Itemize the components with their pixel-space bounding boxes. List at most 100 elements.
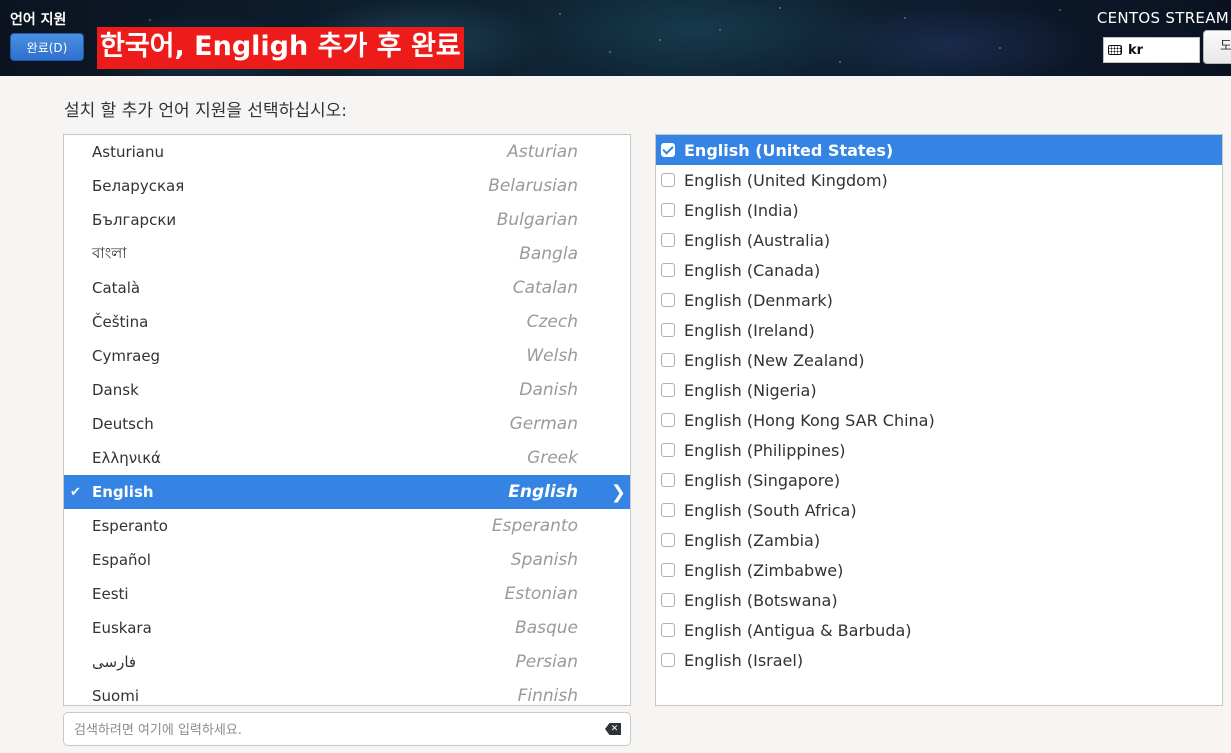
locale-row[interactable]: English (India)	[656, 195, 1222, 225]
language-english-name: Basque	[515, 618, 578, 638]
language-native-name: Suomi	[92, 687, 139, 705]
chevron-right-icon: ❯	[610, 481, 626, 503]
language-row[interactable]: Asturianu Asturian	[64, 135, 630, 169]
locale-row[interactable]: English (Israel)	[656, 645, 1222, 675]
locale-row[interactable]: English (United States)	[656, 135, 1222, 165]
locale-row[interactable]: English (South Africa)	[656, 495, 1222, 525]
language-prompt: 설치 할 추가 언어 지원을 선택하십시오:	[64, 101, 347, 121]
language-english-name: Asturian	[507, 142, 578, 162]
language-native-name: فارسی	[92, 653, 137, 671]
locale-checkbox[interactable]	[661, 503, 675, 517]
language-list[interactable]: Asturianu Asturian Беларуская Belarusian Бъл…	[63, 134, 631, 706]
language-row[interactable]: Cymraeg Welsh	[64, 339, 630, 373]
locale-checkbox[interactable]	[661, 323, 675, 337]
language-row[interactable]: Deutsch German	[64, 407, 630, 441]
clear-backspace-icon[interactable]: ✕	[605, 723, 621, 735]
locale-row[interactable]: English (Nigeria)	[656, 375, 1222, 405]
locale-row[interactable]: English (Zambia)	[656, 525, 1222, 555]
language-native-name: বাংলা	[92, 243, 127, 262]
language-row[interactable]: Беларуская Belarusian	[64, 169, 630, 203]
locale-checkbox[interactable]	[661, 173, 675, 187]
locale-label: English (Singapore)	[684, 470, 841, 490]
locale-row[interactable]: English (Singapore)	[656, 465, 1222, 495]
language-row[interactable]: Español Spanish	[64, 543, 630, 577]
instruction-banner: 한국어, Engligh 추가 후 완료	[97, 27, 464, 69]
language-english-name: German	[509, 414, 578, 434]
locale-row[interactable]: English (Hong Kong SAR China)	[656, 405, 1222, 435]
locale-label: English (Zambia)	[684, 530, 821, 550]
language-native-name: Български	[92, 211, 177, 229]
locale-label: English (South Africa)	[684, 500, 857, 520]
language-row[interactable]: Čeština Czech	[64, 305, 630, 339]
language-row[interactable]: ✔ English English ❯	[64, 475, 630, 509]
locale-label: English (Israel)	[684, 650, 804, 670]
language-english-name: Czech	[526, 312, 578, 332]
locale-checkbox[interactable]	[661, 293, 675, 307]
locale-row[interactable]: English (Canada)	[656, 255, 1222, 285]
language-row[interactable]: فارسی Persian	[64, 645, 630, 679]
language-row[interactable]: Български Bulgarian	[64, 203, 630, 237]
help-button[interactable]: 도움말	[1203, 30, 1231, 64]
language-native-name: Dansk	[92, 381, 139, 399]
locale-row[interactable]: English (Denmark)	[656, 285, 1222, 315]
locale-checkbox[interactable]	[661, 623, 675, 637]
locale-label: English (Philippines)	[684, 440, 846, 460]
language-native-name: Català	[92, 279, 141, 297]
search-input[interactable]	[72, 718, 596, 742]
locale-row[interactable]: English (Antigua & Barbuda)	[656, 615, 1222, 645]
locale-checkbox[interactable]	[661, 533, 675, 547]
locale-label: English (Zimbabwe)	[684, 560, 844, 580]
language-native-name: Euskara	[92, 619, 152, 637]
locale-checkbox[interactable]	[661, 383, 675, 397]
locale-checkbox[interactable]	[661, 203, 675, 217]
locale-checkbox[interactable]	[661, 233, 675, 247]
locale-checkbox[interactable]	[661, 653, 675, 667]
locale-label: English (New Zealand)	[684, 350, 865, 370]
locale-label: English (Canada)	[684, 260, 821, 280]
language-native-name: Asturianu	[92, 143, 165, 161]
locale-row[interactable]: English (Botswana)	[656, 585, 1222, 615]
language-row[interactable]: Eesti Estonian	[64, 577, 630, 611]
language-english-name: Spanish	[510, 550, 578, 570]
language-row[interactable]: Ελληνικά Greek	[64, 441, 630, 475]
checkmark-icon: ✔	[70, 484, 81, 500]
locale-checkbox[interactable]	[661, 593, 675, 607]
locale-checkbox[interactable]	[661, 143, 675, 157]
locale-list[interactable]: English (United States) English (United K…	[655, 134, 1223, 706]
language-row[interactable]: Esperanto Esperanto	[64, 509, 630, 543]
language-native-name: Esperanto	[92, 517, 168, 535]
language-row[interactable]: Dansk Danish	[64, 373, 630, 407]
language-english-name: Bulgarian	[496, 210, 578, 230]
locale-row[interactable]: English (Zimbabwe)	[656, 555, 1222, 585]
language-native-name: English	[92, 483, 154, 501]
language-row[interactable]: Euskara Basque	[64, 611, 630, 645]
language-row[interactable]: Català Catalan	[64, 271, 630, 305]
locale-label: English (India)	[684, 200, 799, 220]
language-english-name: Estonian	[504, 584, 578, 604]
language-english-name: Persian	[515, 652, 578, 672]
locale-row[interactable]: English (New Zealand)	[656, 345, 1222, 375]
locale-checkbox[interactable]	[661, 413, 675, 427]
page-title: 언어 지원	[10, 12, 67, 28]
locale-checkbox[interactable]	[661, 263, 675, 277]
locale-label: English (Hong Kong SAR China)	[684, 410, 935, 430]
locale-checkbox[interactable]	[661, 563, 675, 577]
locale-row[interactable]: English (Philippines)	[656, 435, 1222, 465]
locale-row[interactable]: English (Ireland)	[656, 315, 1222, 345]
search-box[interactable]: ✕	[63, 712, 631, 746]
language-row[interactable]: বাংলা Bangla	[64, 237, 630, 271]
language-english-name: Finnish	[517, 686, 578, 706]
locale-label: English (United States)	[684, 140, 894, 160]
language-native-name: Беларуская	[92, 177, 185, 195]
language-english-name: Esperanto	[491, 516, 578, 536]
language-native-name: Čeština	[92, 313, 149, 331]
locale-label: English (Denmark)	[684, 290, 833, 310]
locale-row[interactable]: English (Australia)	[656, 225, 1222, 255]
locale-checkbox[interactable]	[661, 353, 675, 367]
done-button[interactable]: 완료(D)	[10, 33, 84, 61]
locale-checkbox[interactable]	[661, 443, 675, 457]
language-row[interactable]: Suomi Finnish	[64, 679, 630, 706]
locale-checkbox[interactable]	[661, 473, 675, 487]
locale-row[interactable]: English (United Kingdom)	[656, 165, 1222, 195]
keyboard-layout-indicator[interactable]: kr	[1103, 37, 1200, 63]
